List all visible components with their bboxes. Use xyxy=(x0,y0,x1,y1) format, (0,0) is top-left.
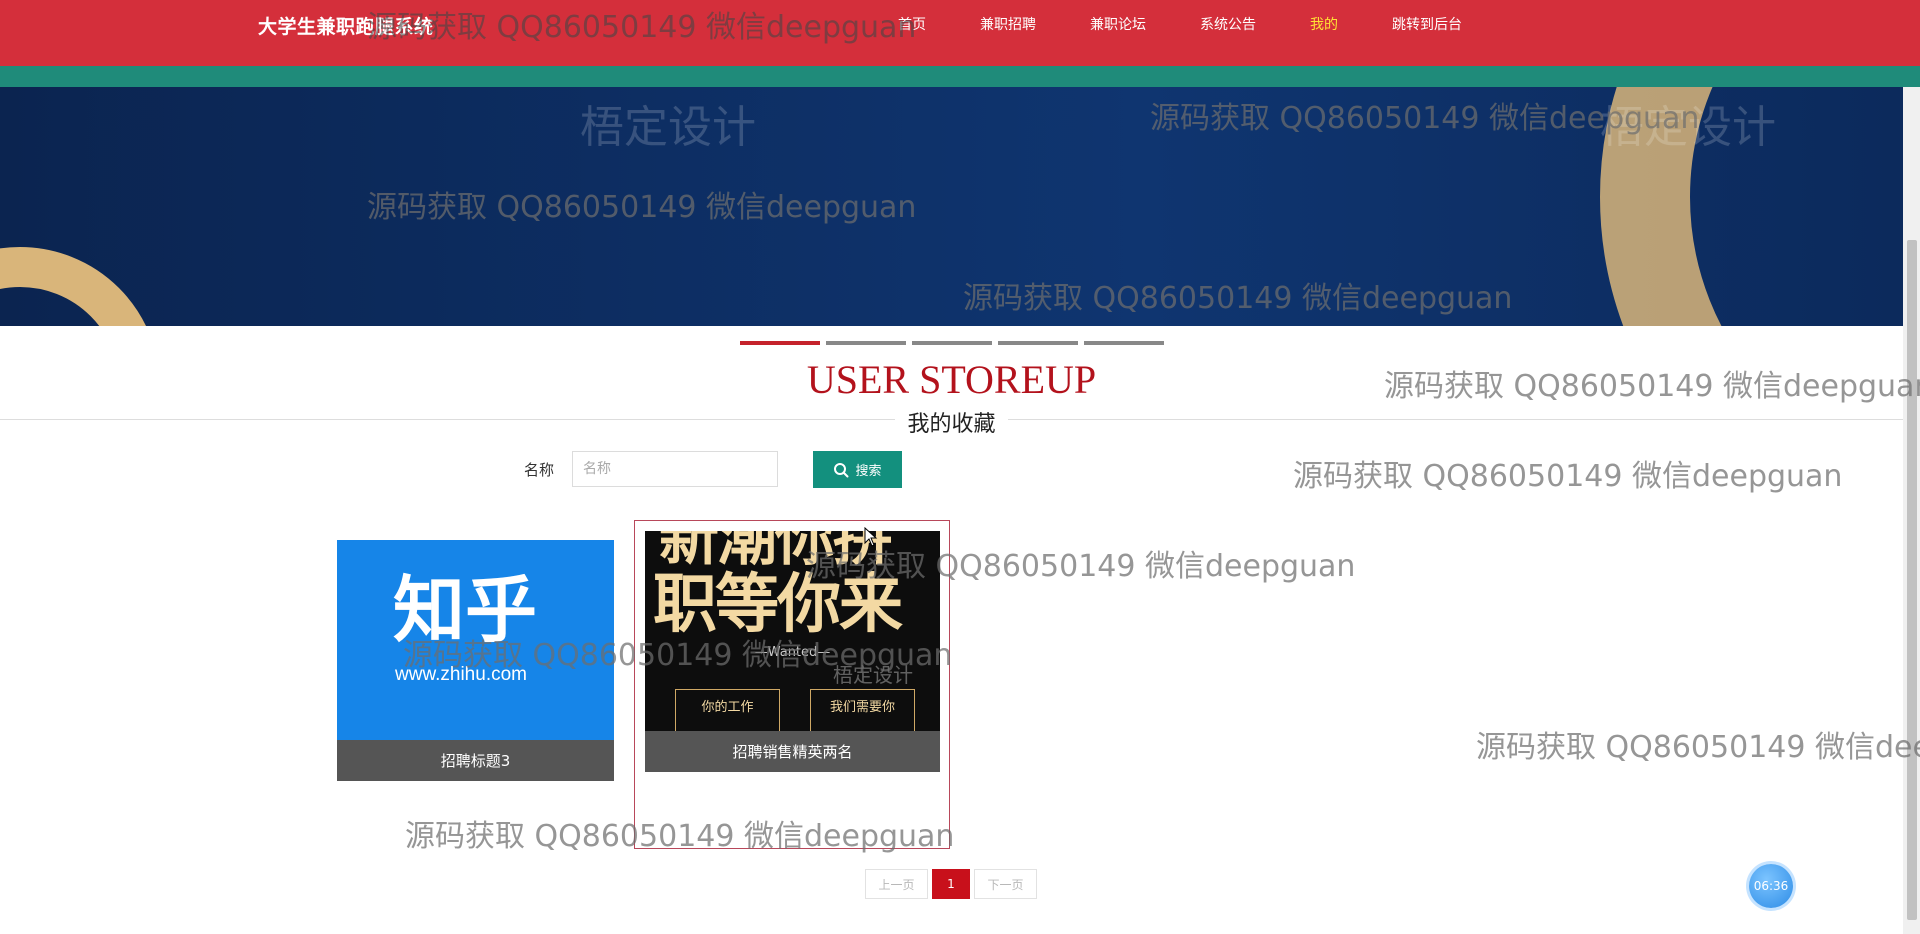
card-image-zhihu: 知乎 www.zhihu.com xyxy=(337,540,614,740)
nav-link-announcements[interactable]: 系统公告 xyxy=(1200,14,1256,34)
section-subtitle: 我的收藏 xyxy=(895,406,1008,438)
poster-design-mark: 梧定设计 xyxy=(833,663,913,687)
zhihu-url-text: www.zhihu.com xyxy=(395,664,527,685)
card-image-recruit-poster: 新潮你拼 职等你来 —Wanted— 梧定设计 你的工作 我们需要你 xyxy=(645,531,940,731)
teal-strip xyxy=(0,66,1920,87)
mouse-cursor-icon xyxy=(864,527,878,547)
page-prev-button[interactable]: 上一页 xyxy=(865,869,928,899)
nav-link-mine[interactable]: 我的 xyxy=(1310,14,1338,34)
carousel-indicators xyxy=(740,341,1164,345)
poster-headline-1: 新潮你拼 xyxy=(659,531,893,574)
banner-image[interactable]: 梧定设计 梧定设计 xyxy=(0,87,1903,326)
nav-link-jobs[interactable]: 兼职招聘 xyxy=(980,14,1036,34)
poster-wanted: —Wanted— xyxy=(754,645,831,660)
nav-link-home[interactable]: 首页 xyxy=(898,14,926,34)
carousel-indicator-1[interactable] xyxy=(740,341,820,345)
favorite-card-2[interactable]: 新潮你拼 职等你来 —Wanted— 梧定设计 你的工作 我们需要你 招聘销售精… xyxy=(645,531,940,773)
search-button-label: 搜索 xyxy=(855,464,882,479)
carousel-indicator-2[interactable] xyxy=(826,341,906,345)
section-subtitle-wrap: 我的收藏 xyxy=(0,406,1903,438)
zhihu-logo-text: 知乎 xyxy=(393,568,538,652)
nav-link-forum[interactable]: 兼职论坛 xyxy=(1090,14,1146,34)
banner-design-mark: 梧定设计 xyxy=(580,102,756,153)
search-label: 名称 xyxy=(524,461,555,479)
scrollbar-thumb[interactable] xyxy=(1907,240,1917,920)
carousel-indicator-5[interactable] xyxy=(1084,341,1164,345)
carousel-indicator-3[interactable] xyxy=(912,341,992,345)
clock-badge[interactable]: 06:36 xyxy=(1749,864,1793,908)
page-number-current[interactable]: 1 xyxy=(932,869,970,899)
card-caption: 招聘标题3 xyxy=(337,740,614,781)
nav-links: 首页 兼职招聘 兼职论坛 系统公告 我的 跳转到后台 xyxy=(898,14,1516,34)
search-icon xyxy=(834,462,849,477)
search-button[interactable]: 搜索 xyxy=(813,451,902,488)
nav-link-admin[interactable]: 跳转到后台 xyxy=(1392,14,1462,34)
favorite-card-1[interactable]: 知乎 www.zhihu.com 招聘标题3 xyxy=(337,540,614,782)
watermark-text: 源码获取 QQ86050149 微信deepguan xyxy=(1293,459,1843,494)
section-title: USER STOREUP xyxy=(806,357,1097,402)
banner-design-mark-right: 梧定设计 xyxy=(1600,102,1776,153)
site-title[interactable]: 大学生兼职跑腿系统 xyxy=(258,12,434,39)
carousel-indicator-4[interactable] xyxy=(998,341,1078,345)
poster-box-left: 你的工作 xyxy=(675,689,780,731)
top-nav: 大学生兼职跑腿系统 首页 兼职招聘 兼职论坛 系统公告 我的 跳转到后台 xyxy=(0,0,1920,66)
poster-box-right: 我们需要你 xyxy=(810,689,915,731)
banner-gold-arc-small xyxy=(0,247,160,326)
card-caption: 招聘销售精英两名 xyxy=(645,731,940,772)
page-next-button[interactable]: 下一页 xyxy=(974,869,1037,899)
poster-headline-2: 职等你来 xyxy=(653,568,903,642)
pagination: 上一页 1 下一页 xyxy=(865,869,1037,899)
search-input[interactable] xyxy=(572,451,778,487)
watermark-text: 源码获取 QQ86050149 微信deepguan xyxy=(1476,730,1920,765)
